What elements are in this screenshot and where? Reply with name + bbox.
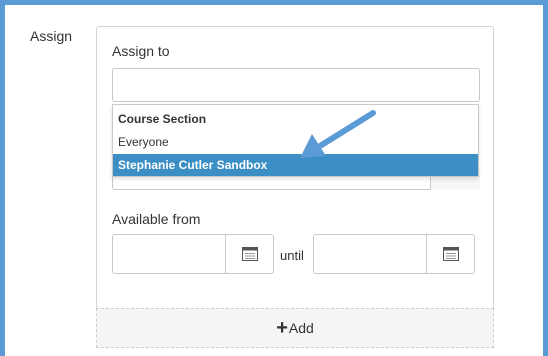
arrow-annotation-icon <box>300 110 376 158</box>
